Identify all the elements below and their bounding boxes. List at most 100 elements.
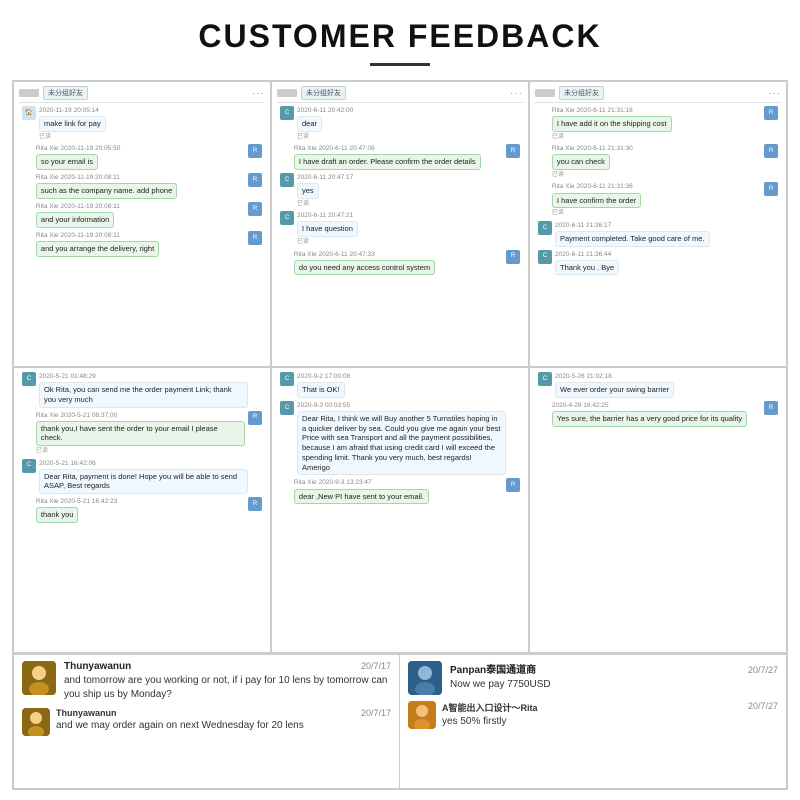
msg-bubble: and your information — [36, 212, 114, 228]
read-status: 已读 — [297, 133, 506, 141]
msg-row: R Rita Xie 2020-11-19 20:05:50 so your e… — [19, 144, 265, 170]
msg-content: 2020-6-11 21:36:44 Thank you . Bye — [555, 250, 764, 276]
msg-row: C 2020-6-11 21:36:44 Thank you . Bye — [535, 250, 781, 276]
msg-row: R Rita Xie 2020-5-21 08:37:00 thank you,… — [19, 411, 265, 456]
read-status: 已读 — [552, 171, 761, 179]
feedback-sub-item-1: Thunyawanun 20/7/17 and we may order aga… — [22, 708, 391, 736]
msg-bubble: do you need any access control system — [294, 260, 435, 276]
msg-row: C 2020-5-21 16:42:06 Dear Rita, payment … — [19, 459, 265, 495]
msg-content: Rita Xie 2020-6-11 21:31:30 you can chec… — [552, 144, 761, 179]
chat-tag-3: 未分组好友 — [559, 86, 604, 100]
msg-bubble: Dear Rita, I think we will Buy another 5… — [297, 411, 506, 476]
sub-text-2: A智能出入口设计～Rita 20/7/27 yes 50% firstly — [442, 701, 778, 729]
chat-dots-1: ··· — [252, 88, 265, 99]
feedback-name-2: Panpan泰国通道商 — [450, 661, 536, 676]
msg-bubble: Thank you . Bye — [555, 260, 619, 276]
msg-meta: Rita Xie 2020-5-21 08:37:00 — [36, 411, 245, 420]
msg-row: R Rita Xie 2020-11-19 20:08:11 such as t… — [19, 173, 265, 199]
msg-content: Rita Xie 2020-6-11 20:47:06 I have draft… — [294, 144, 503, 170]
chat-cell-inner-1: 🏠 2020-11-19 20:05:14 make link for pay … — [19, 106, 265, 362]
read-status: 已读 — [39, 133, 248, 141]
msg-meta: 2020-5-21 16:42:06 — [39, 459, 248, 468]
msg-bubble: I have confirm the order — [552, 193, 641, 209]
feedback-text-2: Panpan泰国通道商 20/7/27 Now we pay 7750USD — [450, 661, 778, 692]
msg-row: R Rita Xie 2020-6-11 20:47:33 do you nee… — [277, 250, 523, 276]
avatar: C — [538, 221, 552, 235]
sub-text-1: Thunyawanun 20/7/17 and we may order aga… — [56, 708, 391, 733]
msg-bubble: such as the company name. add phone — [36, 183, 177, 199]
msg-bubble: thank you,I have sent the order to your … — [36, 421, 245, 447]
msg-row: R 2020-4-28 16:42:25 Yes sure, the barri… — [535, 401, 781, 427]
msg-meta: Rita Xie 2020-6-11 21:31:30 — [552, 144, 761, 153]
read-status: 已读 — [297, 200, 506, 208]
feedback-item-1: Thunyawanun 20/7/17 and tomorrow are you… — [22, 661, 391, 702]
msg-bubble: Dear Rita, payment is done! Hope you wil… — [39, 469, 248, 495]
msg-meta: 2020-6-11 20:47:17 — [297, 173, 506, 182]
msg-row: C 2020-6-11 20:42:00 dear 已读 — [277, 106, 523, 141]
avatar: R — [506, 144, 520, 158]
chat-cell-6: C 2020-5-26 21:02:18 We ever order your … — [529, 367, 787, 653]
msg-bubble: dear — [297, 116, 322, 132]
feedback-date-2: 20/7/27 — [748, 665, 778, 675]
msg-content: 2020-5-21 01:48:29 Ok Rita, you can send… — [39, 372, 248, 408]
msg-bubble: I have add it on the shipping cost — [552, 116, 672, 132]
msg-bubble: make link for pay — [39, 116, 106, 132]
avatar: R — [506, 478, 520, 492]
msg-meta: Rita Xie 2020-6-11 21:31:16 — [552, 106, 761, 115]
msg-content: Rita Xie 2020-9-3 13:23:47 dear ,New PI … — [294, 478, 503, 504]
msg-row: 🏠 2020-11-19 20:05:14 make link for pay … — [19, 106, 265, 141]
msg-row: C 2020-9-2 17:00:08 That is OK! — [277, 372, 523, 398]
msg-content: Rita Xie 2020-11-19 20:08:11 and your in… — [36, 202, 245, 228]
msg-bubble: and you arrange the delivery, right — [36, 241, 159, 257]
sub-name-row-1: Thunyawanun 20/7/17 — [56, 708, 391, 718]
msg-content: Rita Xie 2020-11-19 20:05:50 so your ema… — [36, 144, 245, 170]
avatar: R — [764, 106, 778, 120]
avatar: C — [538, 372, 552, 386]
msg-bubble: thank you — [36, 507, 79, 523]
msg-bubble: That is OK! — [297, 382, 345, 398]
chat-header-2: 未分组好友 ··· — [277, 86, 523, 103]
chat-cell-2: 未分组好友 ··· C 2020-6-11 20:42:00 dear 已读 — [271, 81, 529, 367]
msg-row: R Rita Xie 2020-9-3 13:23:47 dear ,New P… — [277, 478, 523, 504]
chat-cell-1: 未分组好友 ··· 🏠 2020-11-19 20:05:14 make lin… — [13, 81, 271, 367]
sub-name-1: Thunyawanun — [56, 708, 117, 718]
msg-meta: 2020-11-19 20:05:14 — [39, 106, 248, 115]
avatar: C — [22, 372, 36, 386]
msg-row: C 2020-6-11 21:36:17 Payment completed. … — [535, 221, 781, 247]
msg-meta: 2020-6-11 20:42:00 — [297, 106, 506, 115]
avatar: C — [280, 372, 294, 386]
msg-row: R Rita Xie 2020-6-11 21:31:16 I have add… — [535, 106, 781, 141]
avatar: 🏠 — [22, 106, 36, 120]
sub-avatar-1 — [22, 708, 50, 736]
msg-content: 2020-11-19 20:05:14 make link for pay 已读 — [39, 106, 248, 141]
msg-meta: Rita Xie 2020-9-3 13:23:47 — [294, 478, 503, 487]
msg-bubble: I have question — [297, 221, 358, 237]
chat-cell-inner-6: C 2020-5-26 21:02:18 We ever order your … — [535, 372, 781, 648]
avatar: C — [280, 211, 294, 225]
feedback-msg-1: and tomorrow are you working or not, if … — [64, 674, 391, 702]
msg-row: R Rita Xie 2020-5-21 16:42:23 thank you — [19, 497, 265, 523]
msg-row: R Rita Xie 2020-11-19 20:08:11 and your … — [19, 202, 265, 228]
msg-bubble: We ever order your swing barrier — [555, 382, 674, 398]
feedback-text-1: Thunyawanun 20/7/17 and tomorrow are you… — [64, 661, 391, 702]
msg-row: C 2020-6-11 20:47:21 I have question 已读 — [277, 211, 523, 246]
avatar: R — [764, 182, 778, 196]
feedback-sub-item-2: A智能出入口设计～Rita 20/7/27 yes 50% firstly — [408, 701, 778, 729]
msg-content: 2020-5-26 21:02:18 We ever order your sw… — [555, 372, 764, 398]
msg-content: 2020-6-11 20:47:17 yes 已读 — [297, 173, 506, 208]
msg-meta: Rita Xie 2020-6-11 21:31:36 — [552, 182, 761, 191]
chat-cell-inner-2: C 2020-6-11 20:42:00 dear 已读 R Rita Xie … — [277, 106, 523, 362]
msg-row: C 2020-6-11 20:47:17 yes 已读 — [277, 173, 523, 208]
msg-content: Rita Xie 2020-11-19 20:08:11 and you arr… — [36, 231, 245, 257]
avatar: C — [280, 106, 294, 120]
msg-row: C 2020-5-21 01:48:29 Ok Rita, you can se… — [19, 372, 265, 408]
msg-meta: Rita Xie 2020-11-19 20:08:11 — [36, 173, 245, 182]
avatar: R — [764, 144, 778, 158]
sub-name-2: A智能出入口设计～Rita — [442, 701, 538, 714]
feedback-name-row-2: Panpan泰国通道商 20/7/27 — [450, 661, 778, 676]
sub-date-1: 20/7/17 — [361, 708, 391, 718]
msg-content: Rita Xie 2020-5-21 16:42:23 thank you — [36, 497, 245, 523]
msg-content: 2020-4-28 16:42:25 Yes sure, the barrier… — [552, 401, 761, 427]
msg-meta: Rita Xie 2020-11-19 20:08:11 — [36, 231, 245, 240]
read-status: 已读 — [552, 209, 761, 217]
